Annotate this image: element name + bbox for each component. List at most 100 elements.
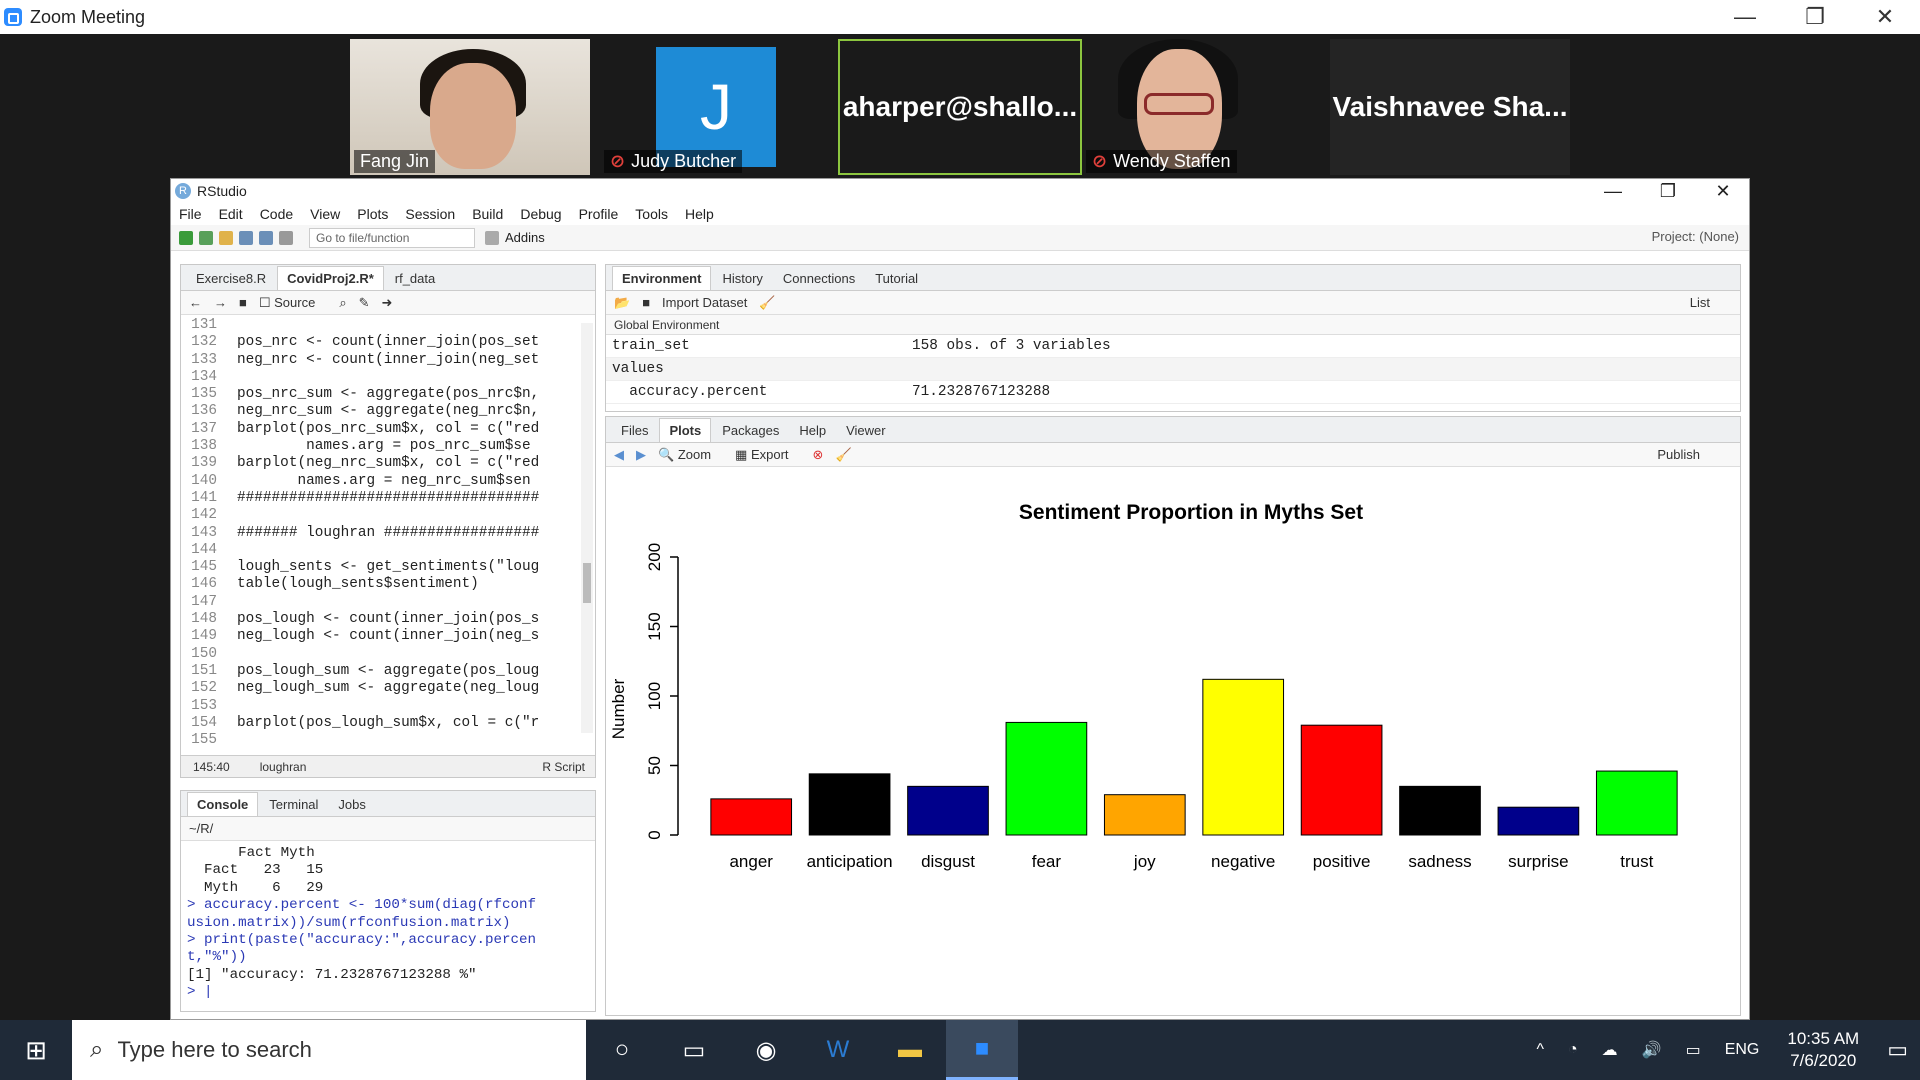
tab-rf-data[interactable]: rf_data [386, 267, 444, 290]
publish-menu[interactable]: Publish [1657, 447, 1700, 462]
word-icon[interactable]: W [802, 1020, 874, 1080]
close-button[interactable]: ✕ [1697, 179, 1749, 203]
menu-session[interactable]: Session [405, 206, 455, 222]
code-line[interactable]: 136 neg_nrc_sum <- aggregate(neg_nrc$n, [181, 403, 577, 420]
env-row[interactable]: train_set 158 obs. of 3 variables [606, 335, 1740, 358]
code-line[interactable]: 135 pos_nrc_sum <- aggregate(pos_nrc$n, [181, 386, 577, 403]
broom-icon[interactable]: 🧹 [759, 295, 775, 311]
menu-build[interactable]: Build [472, 206, 503, 222]
network-icon[interactable]: ◔ [1568, 1041, 1578, 1059]
tab-jobs[interactable]: Jobs [329, 793, 374, 816]
volume-icon[interactable]: 🔊 [1642, 1040, 1662, 1060]
code-line[interactable]: 134 [181, 369, 577, 386]
restore-button[interactable]: ❐ [1780, 0, 1850, 34]
menu-debug[interactable]: Debug [520, 206, 561, 222]
menu-view[interactable]: View [310, 206, 340, 222]
tab-plots[interactable]: Plots [659, 418, 712, 442]
search-icon[interactable]: ⌕ [339, 295, 346, 311]
tab-exercise8[interactable]: Exercise8.R [187, 267, 275, 290]
file-type-menu[interactable]: R Script [542, 760, 585, 774]
tab-help[interactable]: Help [790, 419, 835, 442]
minimize-button[interactable]: — [1587, 179, 1639, 203]
code-line[interactable]: 146 table(lough_sents$sentiment) [181, 576, 577, 593]
clock[interactable]: 10:35 AM 7/6/2020 [1787, 1028, 1859, 1072]
new-project-icon[interactable] [199, 230, 213, 245]
code-line[interactable]: 145 lough_sents <- get_sentiments("loug [181, 559, 577, 576]
close-button[interactable]: ✕ [1850, 0, 1920, 34]
tab-connections[interactable]: Connections [774, 267, 864, 290]
code-line[interactable]: 150 [181, 646, 577, 663]
working-directory[interactable]: ~/R/ [189, 821, 213, 836]
forward-icon[interactable]: → [214, 295, 227, 310]
minimize-button[interactable]: — [1710, 0, 1780, 34]
code-line[interactable]: 154 barplot(pos_lough_sum$x, col = c("r [181, 715, 577, 732]
env-row[interactable]: accuracy.percent 71.2328767123288 [606, 381, 1740, 404]
code-line[interactable]: 151 pos_lough_sum <- aggregate(pos_loug [181, 663, 577, 680]
tab-files[interactable]: Files [612, 419, 657, 442]
restore-button[interactable]: ❐ [1642, 179, 1694, 203]
open-file-icon[interactable] [219, 230, 233, 245]
import-dataset-button[interactable]: Import Dataset [662, 295, 747, 310]
participant-tile[interactable]: J ⊘ Judy Butcher [600, 39, 840, 175]
tab-packages[interactable]: Packages [713, 419, 788, 442]
tab-covidproj2[interactable]: CovidProj2.R* [277, 266, 384, 290]
menu-code[interactable]: Code [260, 206, 293, 222]
zoom-app-icon[interactable]: ■ [946, 1020, 1018, 1080]
code-line[interactable]: 141 ################################### [181, 490, 577, 507]
tab-history[interactable]: History [713, 267, 771, 290]
code-line[interactable]: 155 [181, 732, 577, 749]
code-line[interactable]: 131 [181, 317, 577, 334]
goto-file-input[interactable]: Go to file/function [309, 227, 475, 248]
remove-plot-icon[interactable]: ⊗ [813, 447, 824, 463]
participant-tile[interactable]: Fang Jin [350, 39, 590, 175]
tab-console[interactable]: Console [187, 792, 259, 816]
previous-plot-icon[interactable]: ◀ [614, 447, 624, 463]
chevron-up-icon[interactable]: ^ [1536, 1041, 1544, 1059]
menu-plots[interactable]: Plots [357, 206, 388, 222]
code-line[interactable]: 133 neg_nrc <- count(inner_join(neg_set [181, 352, 577, 369]
code-line[interactable]: 143 ####### loughran ################## [181, 525, 577, 542]
editor-scrollbar[interactable] [581, 323, 593, 733]
load-workspace-icon[interactable]: 📂 [614, 295, 630, 311]
code-line[interactable]: 147 [181, 594, 577, 611]
tab-terminal[interactable]: Terminal [260, 793, 327, 816]
taskbar-search-box[interactable]: ⌕ Type here to search [72, 1020, 586, 1080]
tab-tutorial[interactable]: Tutorial [866, 267, 927, 290]
code-line[interactable]: 148 pos_lough <- count(inner_join(pos_s [181, 611, 577, 628]
tab-environment[interactable]: Environment [612, 266, 712, 290]
code-line[interactable]: 137 barplot(pos_nrc_sum$x, col = c("red [181, 421, 577, 438]
menu-profile[interactable]: Profile [579, 206, 619, 222]
save-icon[interactable] [239, 230, 253, 245]
language-indicator[interactable]: ENG [1725, 1041, 1760, 1059]
addins-menu[interactable]: Addins [505, 230, 545, 245]
save-all-icon[interactable] [259, 230, 273, 245]
code-line[interactable]: 142 [181, 507, 577, 524]
save-icon[interactable]: ■ [239, 295, 247, 310]
new-file-icon[interactable] [179, 230, 193, 245]
zoom-button[interactable]: 🔍 Zoom [658, 447, 723, 463]
grid-layout-icon[interactable] [485, 230, 499, 245]
cortana-icon[interactable]: ○ [586, 1020, 658, 1080]
code-line[interactable]: 152 neg_lough_sum <- aggregate(neg_loug [181, 680, 577, 697]
menu-help[interactable]: Help [685, 206, 714, 222]
battery-icon[interactable]: ▭ [1686, 1040, 1701, 1060]
print-icon[interactable] [279, 230, 293, 245]
back-icon[interactable]: ← [189, 295, 202, 310]
source-on-save-checkbox[interactable]: ☐ Source [259, 295, 327, 311]
menu-file[interactable]: File [179, 206, 202, 222]
code-line[interactable]: 132 pos_nrc <- count(inner_join(pos_set [181, 334, 577, 351]
participant-tile-active-speaker[interactable]: aharper@shallo... [838, 39, 1082, 175]
chrome-icon[interactable]: ◉ [730, 1020, 802, 1080]
section-menu[interactable]: loughran [260, 760, 307, 774]
menu-tools[interactable]: Tools [635, 206, 668, 222]
code-line[interactable]: 138 names.arg = pos_nrc_sum$se [181, 438, 577, 455]
project-menu[interactable]: Project: (None) [1652, 229, 1739, 244]
wand-icon[interactable]: ✎ [359, 295, 370, 311]
tab-viewer[interactable]: Viewer [837, 419, 895, 442]
code-line[interactable]: 140 names.arg = neg_nrc_sum$sen [181, 473, 577, 490]
code-line[interactable]: 149 neg_lough <- count(inner_join(neg_s [181, 628, 577, 645]
code-line[interactable]: 144 [181, 542, 577, 559]
menu-edit[interactable]: Edit [219, 206, 243, 222]
code-line[interactable]: 153 [181, 698, 577, 715]
participant-tile[interactable]: Vaishnavee Sha... [1330, 39, 1570, 175]
